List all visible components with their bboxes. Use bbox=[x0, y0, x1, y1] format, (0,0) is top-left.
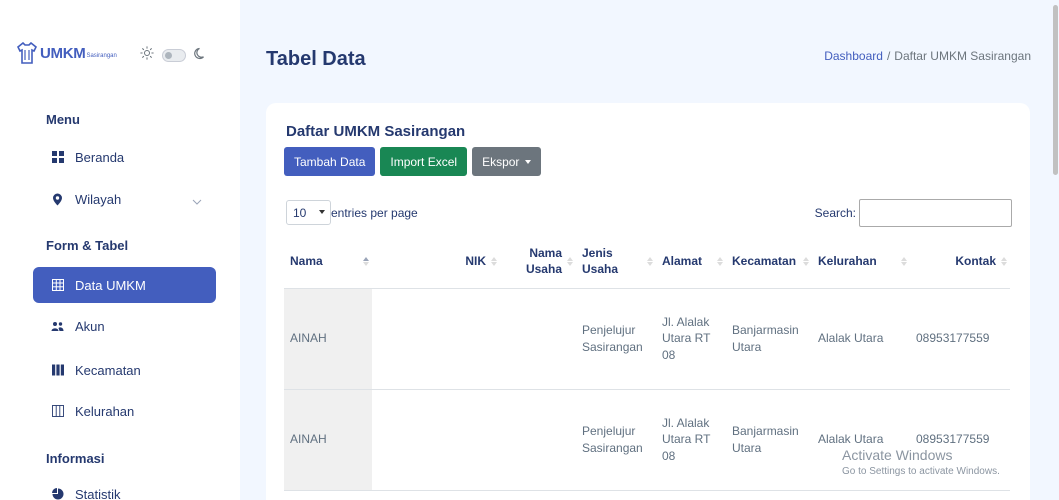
sidebar-item-label: Kecamatan bbox=[75, 362, 141, 378]
menu-section-title: Menu bbox=[46, 112, 80, 127]
sidebar-item-data-umkm[interactable]: Data UMKM bbox=[33, 267, 216, 303]
users-icon bbox=[51, 320, 64, 333]
sidebar-item-kelurahan[interactable]: Kelurahan bbox=[33, 393, 216, 429]
pie-chart-icon bbox=[51, 488, 64, 500]
activate-windows-watermark: Activate Windows Go to Settings to activ… bbox=[842, 447, 1000, 477]
page-scrollbar[interactable] bbox=[1051, 0, 1059, 500]
cell-kecamatan: Banjarmasin Utara bbox=[726, 288, 812, 390]
sort-icon bbox=[901, 257, 907, 266]
cell-nama-usaha bbox=[500, 288, 576, 390]
map-pin-icon bbox=[51, 193, 64, 206]
card-title: Daftar UMKM Sasirangan bbox=[286, 123, 466, 140]
action-buttons: Tambah Data Import Excel Ekspor bbox=[284, 147, 542, 176]
sidebar-item-wilayah[interactable]: Wilayah bbox=[33, 181, 216, 217]
breadcrumb: Dashboard / Daftar UMKM Sasirangan bbox=[824, 49, 1031, 63]
scrollbar-thumb[interactable] bbox=[1053, 5, 1058, 175]
column-header-nik[interactable]: NIK bbox=[372, 235, 500, 289]
column-header-jenis-usaha[interactable]: Jenis Usaha bbox=[576, 235, 656, 289]
columns-icon bbox=[51, 364, 64, 377]
theme-toggle bbox=[140, 46, 207, 65]
breadcrumb-separator: / bbox=[886, 49, 891, 63]
sidebar-item-label: Akun bbox=[75, 318, 105, 334]
import-excel-button[interactable]: Import Excel bbox=[380, 147, 468, 176]
sidebar-item-label: Data UMKM bbox=[75, 277, 146, 293]
shirt-icon bbox=[16, 42, 38, 64]
chevron-down-icon bbox=[192, 193, 202, 208]
watermark-subtitle: Go to Settings to activate Windows. bbox=[842, 466, 1000, 477]
breadcrumb-current: Daftar UMKM Sasirangan bbox=[894, 49, 1031, 63]
sidebar-item-akun[interactable]: Akun bbox=[33, 308, 216, 344]
moon-icon bbox=[194, 47, 207, 65]
search-input[interactable] bbox=[859, 199, 1012, 227]
sidebar-item-statistik[interactable]: Statistik bbox=[33, 476, 216, 500]
sidebar-item-label: Kelurahan bbox=[75, 403, 135, 419]
sidebar-item-label: Wilayah bbox=[75, 191, 122, 207]
sort-icon bbox=[647, 257, 653, 266]
table-header-row: Nama NIK Nama Usaha Jenis Usaha Alamat Kec… bbox=[284, 235, 1010, 289]
column-header-kecamatan[interactable]: Kecamatan bbox=[726, 235, 812, 289]
cell-nik bbox=[372, 389, 500, 491]
export-dropdown-button[interactable]: Ekspor bbox=[472, 147, 542, 176]
page-title: Tabel Data bbox=[266, 48, 366, 70]
sort-icon bbox=[1001, 257, 1007, 266]
cell-jenis-usaha: Penjelujur Sasirangan bbox=[576, 288, 656, 390]
sidebar-item-label: Beranda bbox=[75, 149, 125, 165]
export-label: Ekspor bbox=[482, 154, 520, 169]
grid-icon bbox=[51, 151, 64, 164]
sort-icon bbox=[803, 257, 809, 266]
cell-nama-usaha bbox=[500, 389, 576, 491]
sort-icon bbox=[363, 257, 369, 266]
search-control: Search: bbox=[815, 199, 1012, 227]
sidebar-item-label: Statistik bbox=[75, 486, 121, 500]
entries-per-page-select[interactable]: 10 bbox=[286, 200, 331, 225]
columns-outline-icon bbox=[51, 405, 64, 418]
column-header-kelurahan[interactable]: Kelurahan bbox=[812, 235, 910, 289]
cell-nama: AINAH bbox=[284, 288, 372, 390]
entries-control: 10 entries per page bbox=[286, 200, 418, 225]
brand-subtitle: Sasirangan bbox=[86, 53, 117, 59]
sidebar-item-beranda[interactable]: Beranda bbox=[33, 139, 216, 175]
cell-nama: AINAH bbox=[284, 389, 372, 491]
cell-alamat: Jl. Alalak Utara RT 08 bbox=[656, 288, 726, 390]
column-header-nama-usaha[interactable]: Nama Usaha bbox=[500, 235, 576, 289]
data-card: Daftar UMKM Sasirangan Tambah Data Impor… bbox=[266, 103, 1030, 500]
form-tabel-section-title: Form & Tabel bbox=[46, 238, 129, 253]
column-header-alamat[interactable]: Alamat bbox=[656, 235, 726, 289]
caret-down-icon bbox=[525, 159, 532, 164]
cell-kelurahan: Alalak Utara bbox=[812, 288, 910, 390]
cell-kecamatan: Banjarmasin Utara bbox=[726, 389, 812, 491]
brand-logo[interactable]: UMKM Sasirangan bbox=[16, 40, 117, 66]
informasi-section-title: Informasi bbox=[46, 451, 105, 466]
column-header-nama[interactable]: Nama bbox=[284, 235, 372, 289]
sidebar: UMKM Sasirangan Menu Beranda Wilayah For… bbox=[0, 0, 240, 500]
search-label: Search: bbox=[814, 206, 856, 220]
cell-kontak: 08953177559 bbox=[910, 288, 1010, 390]
entries-label: entries per page bbox=[331, 205, 418, 220]
cell-jenis-usaha: Penjelujur Sasirangan bbox=[576, 389, 656, 491]
table-icon bbox=[51, 279, 64, 292]
dark-mode-switch[interactable] bbox=[162, 49, 186, 62]
entries-value: 10 bbox=[293, 205, 307, 220]
column-header-kontak[interactable]: Kontak bbox=[910, 235, 1010, 289]
add-data-button[interactable]: Tambah Data bbox=[284, 147, 376, 176]
cell-nik bbox=[372, 288, 500, 390]
sort-icon bbox=[567, 257, 573, 266]
sun-icon bbox=[140, 46, 154, 65]
chevron-down-icon bbox=[319, 210, 325, 214]
sidebar-item-kecamatan[interactable]: Kecamatan bbox=[33, 352, 216, 388]
sort-icon bbox=[717, 257, 723, 266]
table-row: AINAH Penjelujur Sasirangan Jl. Alalak Uta… bbox=[284, 288, 1010, 390]
sort-icon bbox=[491, 257, 497, 266]
cell-alamat: Jl. Alalak Utara RT 08 bbox=[656, 389, 726, 491]
watermark-title: Activate Windows bbox=[842, 447, 953, 463]
brand-name: UMKM bbox=[40, 44, 86, 62]
breadcrumb-dashboard-link[interactable]: Dashboard bbox=[824, 49, 883, 63]
